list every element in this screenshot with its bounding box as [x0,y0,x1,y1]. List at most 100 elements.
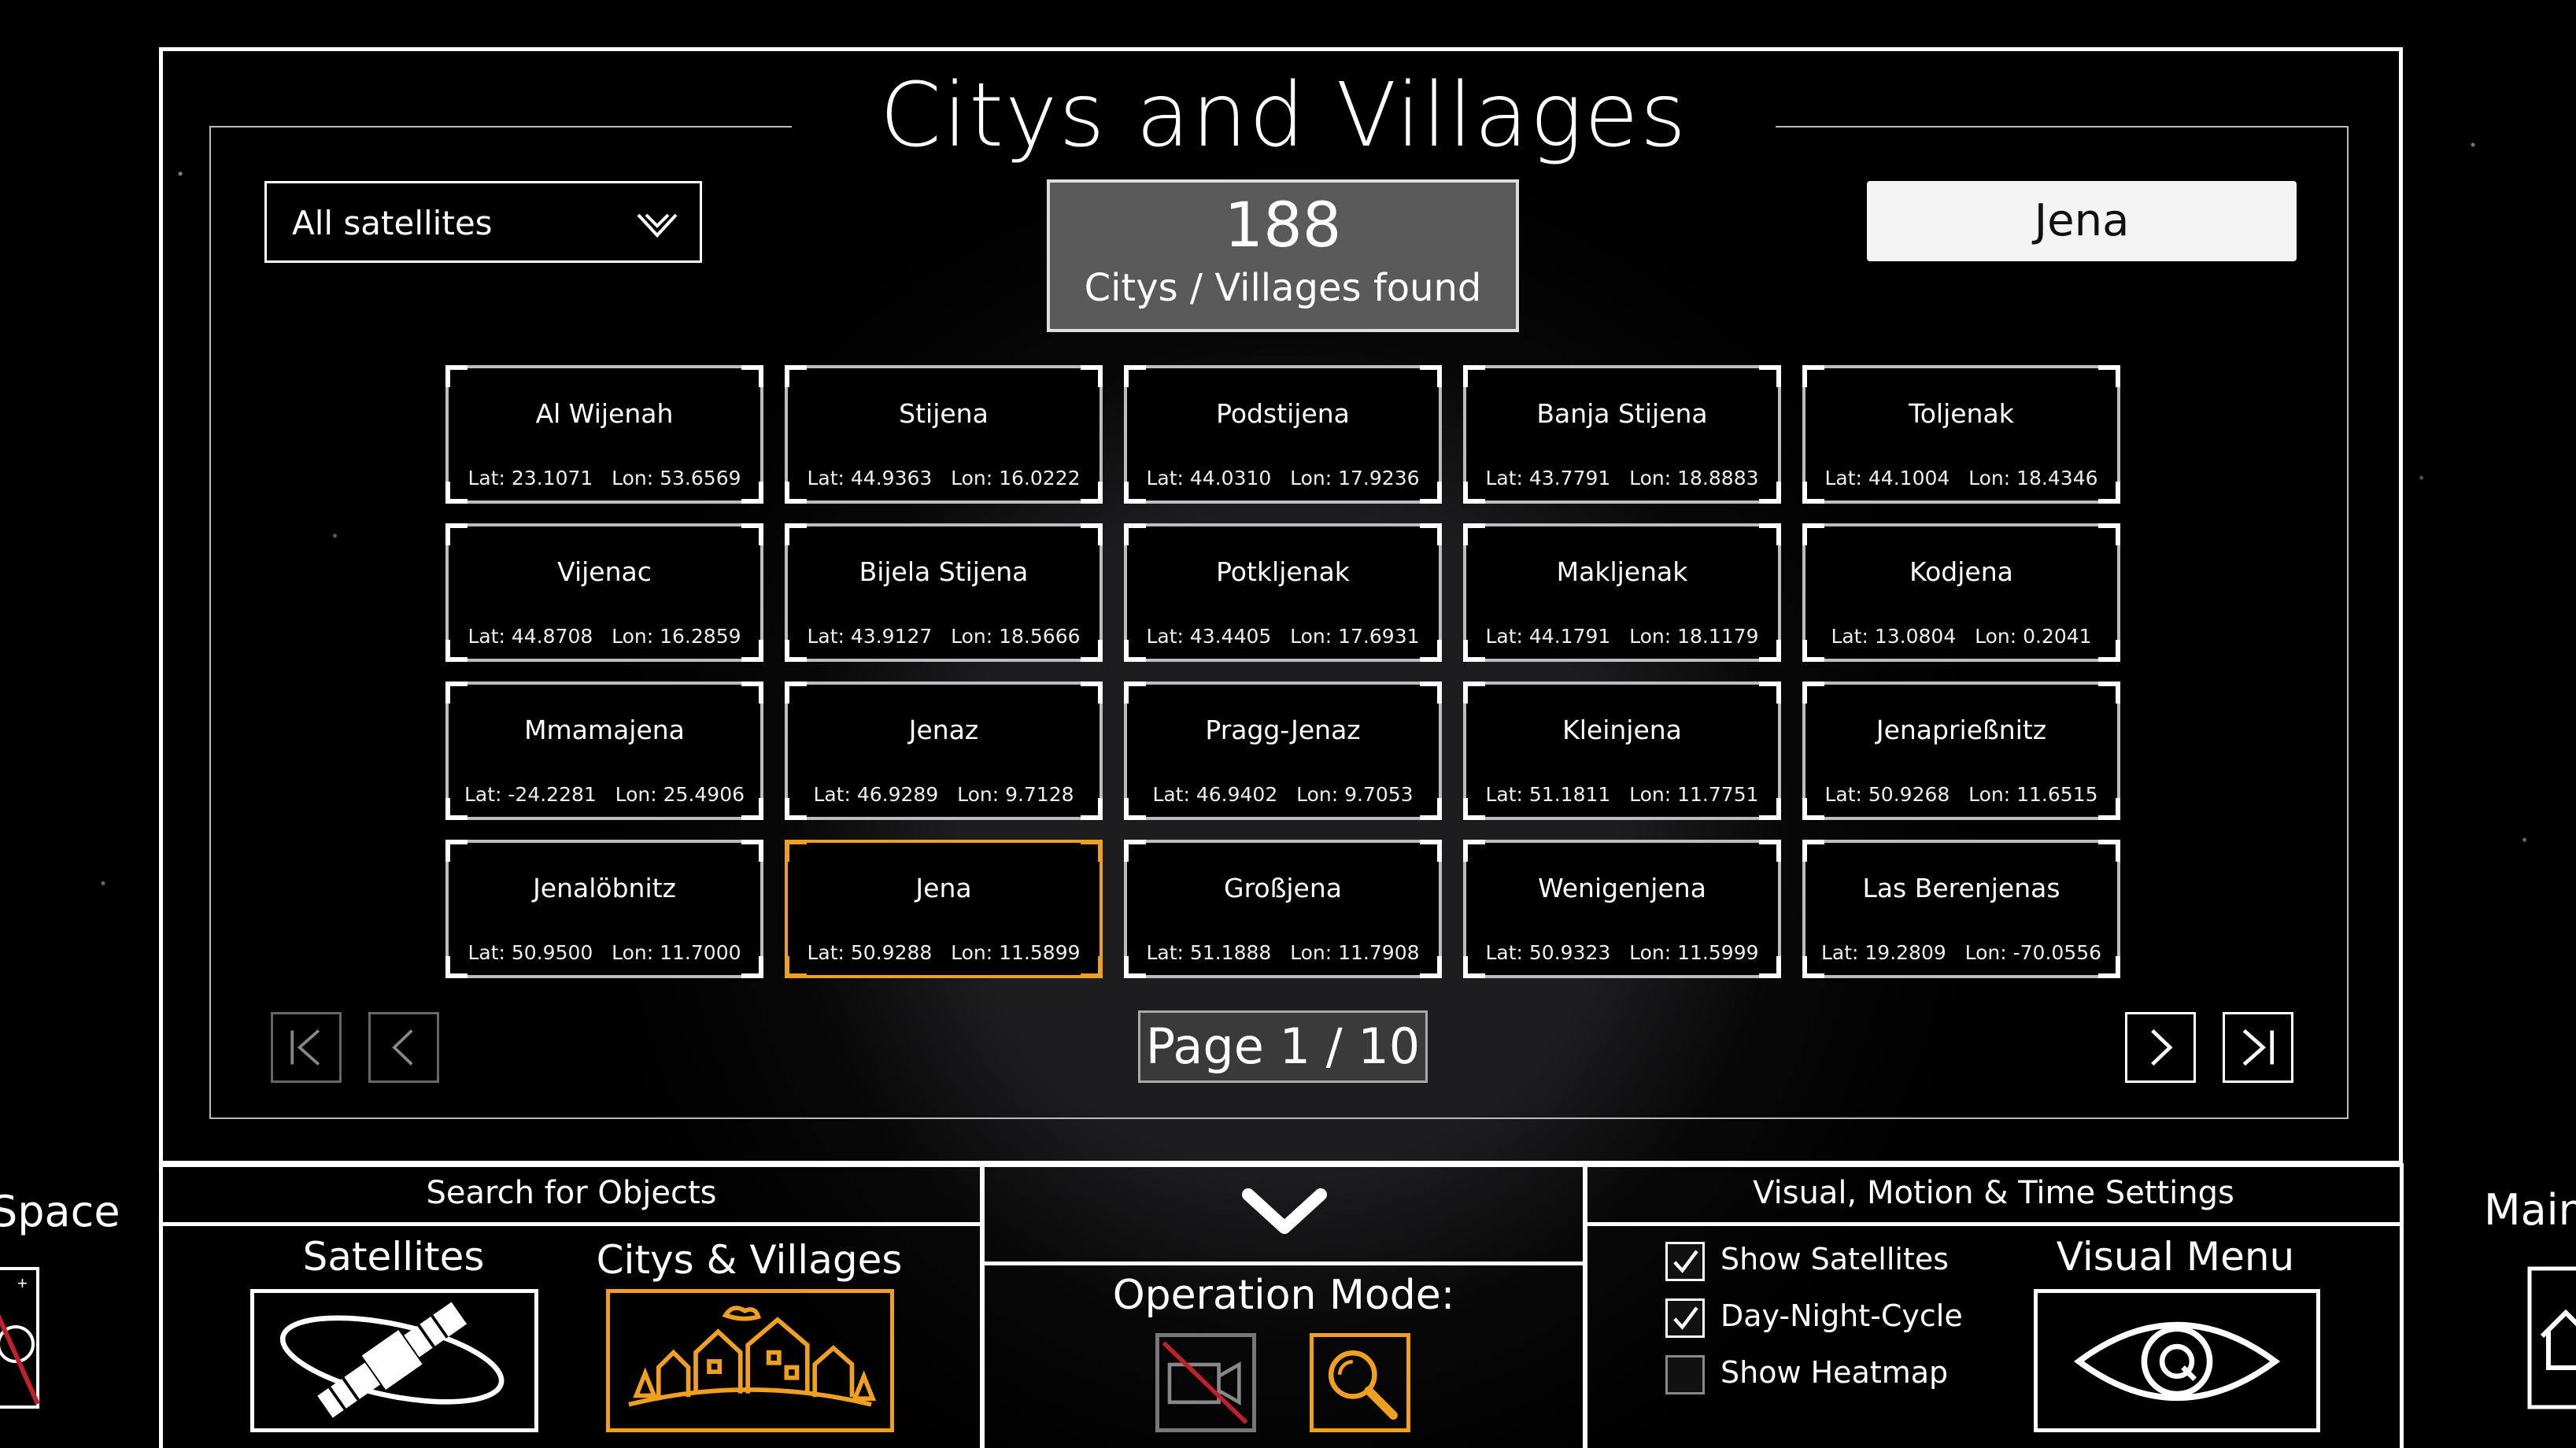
card-corner [1124,682,1146,704]
card-corner [1420,682,1442,704]
citys-villages-search-button[interactable] [606,1289,894,1432]
result-name: Toljenak [1909,398,2014,429]
results-count-label: Citys / Villages found [1084,266,1482,310]
result-card[interactable]: Banja Stijena Lat: 43.7791 Lon: 18.8883 [1463,365,1781,504]
result-card[interactable]: Mmamajena Lat: -24.2281 Lon: 25.4906 [445,682,763,820]
result-coordinates: Lat: 23.1071 Lon: 53.6569 [468,467,741,489]
card-corner [741,523,763,545]
first-page-button[interactable] [271,1012,342,1083]
satellites-label: Satellites [302,1234,485,1280]
card-corner [741,365,763,387]
satellite-filter-value: All satellites [292,204,493,242]
card-corner [1081,523,1103,545]
card-corner [1081,365,1103,387]
result-name: Jenalöbnitz [533,873,676,903]
result-name: Las Berenjenas [1862,873,2060,903]
result-coordinates: Lat: 44.1004 Lon: 18.4346 [1824,467,2098,489]
card-corner [445,365,468,387]
next-page-button[interactable] [2125,1012,2196,1083]
satellite-icon [279,1302,504,1418]
card-corner [1759,682,1781,704]
result-card[interactable]: Stijena Lat: 44.9363 Lon: 16.0222 [785,365,1103,504]
space-section-label[interactable]: Space [0,1187,120,1236]
card-corner [1081,682,1103,704]
result-card[interactable]: Kleinjena Lat: 51.1811 Lon: 11.7751 [1463,682,1781,820]
result-coordinates: Lat: 50.9288 Lon: 11.5899 [807,941,1081,964]
camera-off-icon [1162,1341,1248,1424]
visual-menu-label: Visual Menu [2056,1234,2295,1280]
result-card[interactable]: Al Wijenah Lat: 23.1071 Lon: 53.6569 [445,365,763,504]
card-corner [2098,682,2120,704]
result-coordinates: Lat: 50.9323 Lon: 11.5999 [1485,941,1759,964]
card-corner [2098,365,2120,387]
result-name: Banja Stijena [1536,398,1708,429]
card-corner [1802,365,1824,387]
result-card[interactable]: Toljenak Lat: 44.1004 Lon: 18.4346 [1802,365,2120,504]
search-objects-title: Search for Objects [163,1167,980,1226]
result-coordinates: Lat: 43.4405 Lon: 17.6931 [1146,625,1420,648]
result-card[interactable]: Großjena Lat: 51.1888 Lon: 11.7908 [1124,840,1442,978]
card-corner [1802,840,1824,862]
result-coordinates: Lat: 51.1888 Lon: 11.7908 [1146,941,1420,964]
result-card[interactable]: Jenaprießnitz Lat: 50.9268 Lon: 11.6515 [1802,682,2120,820]
show-heatmap-checkbox[interactable] [1665,1355,1705,1394]
result-card[interactable]: Wenigenjena Lat: 50.9323 Lon: 11.5999 [1463,840,1781,978]
card-corner [1802,682,1824,704]
result-card[interactable]: Jena Lat: 50.9288 Lon: 11.5899 [785,840,1103,978]
card-corner [741,682,763,704]
card-corner [1463,365,1485,387]
camera-mode-button[interactable] [1155,1333,1256,1432]
search-input[interactable]: Jena [1867,181,2297,261]
visual-menu-button[interactable] [2034,1289,2320,1432]
checkmark-icon [1673,1306,1698,1330]
result-name: Jena [915,873,972,903]
operation-mode-label: Operation Mode: [1112,1272,1455,1319]
eye-icon [2073,1321,2281,1402]
prev-page-icon [392,1029,413,1066]
result-coordinates: Lat: 13.0804 Lon: 0.2041 [1831,625,2092,648]
home-icon[interactable] [2526,1265,2576,1412]
result-card[interactable]: Jenalöbnitz Lat: 50.9500 Lon: 11.7000 [445,840,763,978]
card-corner [1759,840,1781,862]
first-page-icon [290,1029,320,1066]
result-name: Al Wijenah [535,398,674,429]
prev-page-button[interactable] [368,1012,439,1083]
result-coordinates: Lat: 46.9402 Lon: 9.7053 [1152,783,1414,806]
satellites-search-button[interactable] [250,1289,538,1432]
satellite-filter-dropdown[interactable]: All satellites [264,181,702,263]
result-coordinates: Lat: 44.0310 Lon: 17.9236 [1146,467,1420,489]
result-card[interactable]: Las Berenjenas Lat: 19.2809 Lon: -70.0556 [1802,840,2120,978]
result-card[interactable]: Pragg-Jenaz Lat: 46.9402 Lon: 9.7053 [1124,682,1442,820]
result-card[interactable]: Vijenac Lat: 44.8708 Lon: 16.2859 [445,523,763,662]
citys-villages-label: Citys & Villages [596,1237,903,1283]
result-card[interactable]: Kodjena Lat: 13.0804 Lon: 0.2041 [1802,523,2120,662]
result-coordinates: Lat: 46.9289 Lon: 9.7128 [813,783,1074,806]
main-section-label[interactable]: Main [2484,1185,2576,1235]
search-mode-button[interactable] [1310,1333,1410,1432]
last-page-button[interactable] [2223,1012,2293,1083]
village-icon [628,1306,877,1407]
result-card[interactable]: Makljenak Lat: 44.1791 Lon: 18.1179 [1463,523,1781,662]
show-heatmap-label: Show Heatmap [1720,1355,1949,1390]
result-coordinates: Lat: 19.2809 Lon: -70.0556 [1820,941,2102,964]
result-name: Jenaprießnitz [1876,715,2047,745]
result-coordinates: Lat: -24.2281 Lon: 25.4906 [464,783,745,806]
show-satellites-checkbox[interactable] [1665,1242,1705,1281]
show-satellites-label: Show Satellites [1720,1242,1950,1276]
result-card[interactable]: Potkljenak Lat: 43.4405 Lon: 17.6931 [1124,523,1442,662]
collapse-panel-button[interactable] [1237,1180,1332,1240]
result-card[interactable]: Podstijena Lat: 44.0310 Lon: 17.9236 [1124,365,1442,504]
operation-divider [985,1261,1583,1265]
day-night-cycle-checkbox[interactable] [1665,1298,1705,1338]
card-corner [1420,840,1442,862]
settings-title: Visual, Motion & Time Settings [1587,1167,2400,1226]
result-card[interactable]: Jenaz Lat: 46.9289 Lon: 9.7128 [785,682,1103,820]
space-icon[interactable]: + [0,1265,44,1412]
card-corner [1124,523,1146,545]
next-page-icon [2151,1029,2173,1066]
result-name: Pragg-Jenaz [1205,715,1361,745]
result-card[interactable]: Bijela Stijena Lat: 43.9127 Lon: 18.5666 [785,523,1103,662]
result-coordinates: Lat: 44.9363 Lon: 16.0222 [807,467,1081,489]
card-corner [1081,840,1103,862]
card-corner [1420,523,1442,545]
